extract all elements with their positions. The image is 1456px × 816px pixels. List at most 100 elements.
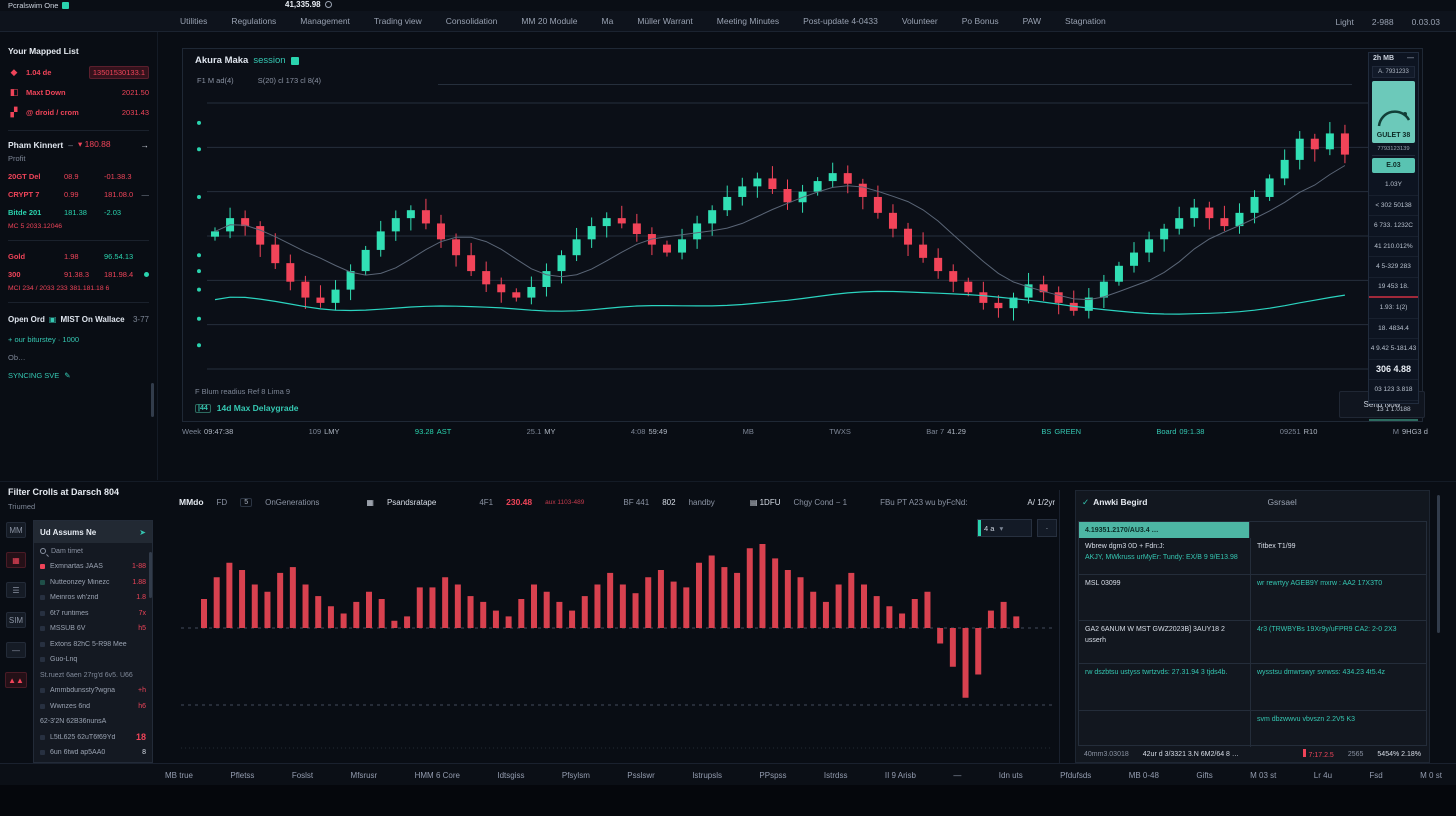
tool-list-item[interactable]: Exmnartas JAAS1-88 <box>34 559 152 575</box>
ladder-row[interactable]: 1.93: 1(2) <box>1369 298 1418 319</box>
menu-right-item[interactable]: 0.03.03 <box>1412 17 1440 27</box>
taskbar-item[interactable]: Gifts <box>1196 771 1212 780</box>
tool-list-item[interactable]: 6t7 runtimes7x <box>34 606 152 622</box>
report-row[interactable]: rw dszbtsu ustyss twrtzvds: 27.31.94 3 t… <box>1079 663 1426 710</box>
tool-list-item[interactable]: Meinros wh'znd1.8 <box>34 590 152 606</box>
histogram-chart[interactable] <box>175 544 1060 754</box>
tools-search[interactable]: Dam timet <box>34 543 152 559</box>
tool-list-item[interactable]: St.ruezt 6aen 27rg'd 6v5. U66 <box>34 668 152 684</box>
taskbar-item[interactable]: — <box>953 771 961 780</box>
watchlist-row[interactable]: ◧Maxt Down2021.50 <box>8 82 149 102</box>
menu-right-item[interactable]: 2-988 <box>1372 17 1394 27</box>
taskbar-item[interactable]: Pfdufsds <box>1060 771 1091 780</box>
ladder-row[interactable]: 18. 4834.4 <box>1369 319 1418 340</box>
taskbar-item[interactable]: PPspss <box>759 771 786 780</box>
position-row[interactable]: Bitde 201181.38-2.03 <box>8 203 149 221</box>
report-row[interactable]: MSL 03099wr rewrtyy AGEB9Y mxrw : AA2 17… <box>1079 574 1426 620</box>
report-text[interactable]: svm dbzwwvu vbvszn 2.2V5 K3 <box>1257 715 1420 726</box>
report-text[interactable]: 4r3 (TRWBYBs 19Xr9y/uFPR9 CA2: 2-0 2X3 <box>1257 625 1420 636</box>
menu-item[interactable]: Ma <box>602 16 614 26</box>
rail-icon[interactable]: — <box>6 642 26 658</box>
tools-panel-header[interactable]: Ud Assums Ne ➤ <box>34 521 152 543</box>
ladder-row[interactable]: 4 9.42 5-181.43 <box>1369 339 1418 360</box>
indicator-2[interactable]: S(20) cl 173 cl 8(4) <box>258 76 321 85</box>
menu-item[interactable]: Meeting Minutes <box>717 16 779 26</box>
taskbar-item[interactable]: Psslswr <box>627 771 655 780</box>
taskbar-item[interactable]: Pfsylsm <box>562 771 590 780</box>
sidebar-scrollbar[interactable] <box>151 383 154 417</box>
ladder-row[interactable]: 306 4.88 <box>1369 360 1418 381</box>
secondary-timeframe[interactable]: FD <box>217 498 228 507</box>
tab-award-report[interactable]: ✓ Anwki Begird <box>1082 497 1147 508</box>
rail-icon[interactable]: SIM <box>6 612 26 628</box>
send-icon[interactable]: ➤ <box>139 528 146 537</box>
ladder-row[interactable]: 03 123 3.818 <box>1369 380 1418 401</box>
rail-icon[interactable]: ▦ <box>6 552 26 568</box>
selected-report-row[interactable]: 4.19351.2170/AU3.4 … <box>1079 522 1250 538</box>
ladder-row[interactable]: 19 453 18. <box>1369 278 1418 299</box>
report-text[interactable]: rw dszbtsu ustyss twrtzvds: 27.31.94 3 t… <box>1085 668 1244 679</box>
positions-header[interactable]: Pham Kinnert – ▾ 180.88 → <box>8 139 149 150</box>
tool-list-item[interactable]: Nutteonzey Minezc1.88 <box>34 575 152 591</box>
ladder-row[interactable]: 6 733. 1232C <box>1369 216 1418 237</box>
menu-item[interactable]: Volunteer <box>902 16 938 26</box>
taskbar-item[interactable]: Idn uts <box>999 771 1023 780</box>
menu-item[interactable]: Stagnation <box>1065 16 1106 26</box>
minimize-icon[interactable]: — <box>142 190 150 199</box>
taskbar-item[interactable]: Lr 4u <box>1314 771 1332 780</box>
tool-list-item[interactable]: Guo-Lnq <box>34 652 152 668</box>
taskbar-item[interactable]: Istrupsls <box>692 771 722 780</box>
timeframe-dropdown[interactable]: 4 a ▾ <box>977 519 1032 537</box>
order-item[interactable]: Ob… <box>8 348 149 366</box>
menu-item[interactable]: Management <box>300 16 350 26</box>
report-row[interactable]: Wbrew dgm3 0D + Fdn:J:AKJY, MWkruss urMy… <box>1079 538 1426 574</box>
taskbar-item[interactable]: Foslst <box>292 771 313 780</box>
tool-list-item[interactable]: L5tL625 62uT6f69Yd18 <box>34 730 152 746</box>
menu-right-item[interactable]: Light <box>1335 17 1353 27</box>
rail-icon[interactable]: ☰ <box>6 582 26 598</box>
taskbar-item[interactable]: M 0 st <box>1420 771 1442 780</box>
arrow-right-icon[interactable]: → <box>141 140 150 150</box>
main-candlestick-chart[interactable] <box>193 91 1368 383</box>
watchlist-row[interactable]: ◆1.04 de13501530133.1 <box>8 62 149 82</box>
ladder-row[interactable]: 41 210.012% <box>1369 237 1418 258</box>
indicator-1[interactable]: F1 M ad(4) <box>197 76 234 85</box>
menu-item[interactable]: MM 20 Module <box>521 16 577 26</box>
taskbar-item[interactable]: Mfsrusr <box>351 771 378 780</box>
ladder-row[interactable]: 1.03Y <box>1369 175 1418 196</box>
report-row[interactable]: svm dbzwwvu vbvszn 2.2V5 K3 <box>1079 710 1426 747</box>
badge-5[interactable]: 5 <box>240 498 252 507</box>
report-text[interactable]: wysstsu dmwrswyr svrwss: 434.23 4t5.4z <box>1257 668 1420 679</box>
tool-list-item[interactable]: Wwnzes 6ndh6 <box>34 699 152 715</box>
timeframe-label[interactable]: 2h MB <box>1373 55 1394 62</box>
market-row[interactable]: 30091.38.3181.98.4 <box>8 265 149 283</box>
menu-item[interactable]: Regulations <box>231 16 276 26</box>
ladder-row[interactable]: 4 5-329 283 <box>1369 257 1418 278</box>
ladder-row[interactable]: 13 1 1.0188 <box>1369 401 1418 422</box>
menu-item[interactable]: Post-update 4-0433 <box>803 16 878 26</box>
order-item[interactable]: + our biturstey · 1000 <box>8 330 149 348</box>
taskbar-item[interactable]: II 9 Arisb <box>885 771 916 780</box>
report-scrollbar[interactable] <box>1437 495 1440 633</box>
tool-list-item[interactable]: 6un 6twd ap5AA08 <box>34 745 152 761</box>
position-row[interactable]: 20GT Del08.9-01.38.3 <box>8 167 149 185</box>
report-row[interactable]: GA2 6ANUM W MST GWZ2023B] 3AUY18 2 usser… <box>1079 620 1426 663</box>
action-button[interactable]: E.03 <box>1372 158 1415 173</box>
menu-item[interactable]: Utilities <box>180 16 207 26</box>
taskbar-item[interactable]: HMM 6 Core <box>415 771 460 780</box>
pen-icon[interactable]: ✎ <box>64 371 70 380</box>
taskbar-item[interactable]: Istrdss <box>824 771 848 780</box>
taskbar-item[interactable]: Pfletss <box>230 771 254 780</box>
order-item[interactable]: SYNCING SVE✎ <box>8 366 149 384</box>
report-text[interactable]: wr rewrtyy AGEB9Y mxrw : AA2 17X3T0 <box>1257 579 1420 590</box>
rail-icon[interactable]: ▲▲ <box>5 672 27 688</box>
collapse-icon[interactable]: — <box>1407 55 1414 62</box>
watchlist-row[interactable]: ▞@ droid / crom2031.43 <box>8 102 149 122</box>
menu-item[interactable]: Consolidation <box>446 16 498 26</box>
tools-scrollbar[interactable] <box>149 552 152 598</box>
rail-icon[interactable]: MM <box>6 522 26 538</box>
ladder-row[interactable]: < 302 50138 <box>1369 196 1418 217</box>
gauge-tile[interactable]: GULET 38 <box>1372 81 1415 143</box>
secondary-symbol[interactable]: MMdo <box>179 497 204 507</box>
tool-list-item[interactable]: MSSUB 6Vh5 <box>34 621 152 637</box>
